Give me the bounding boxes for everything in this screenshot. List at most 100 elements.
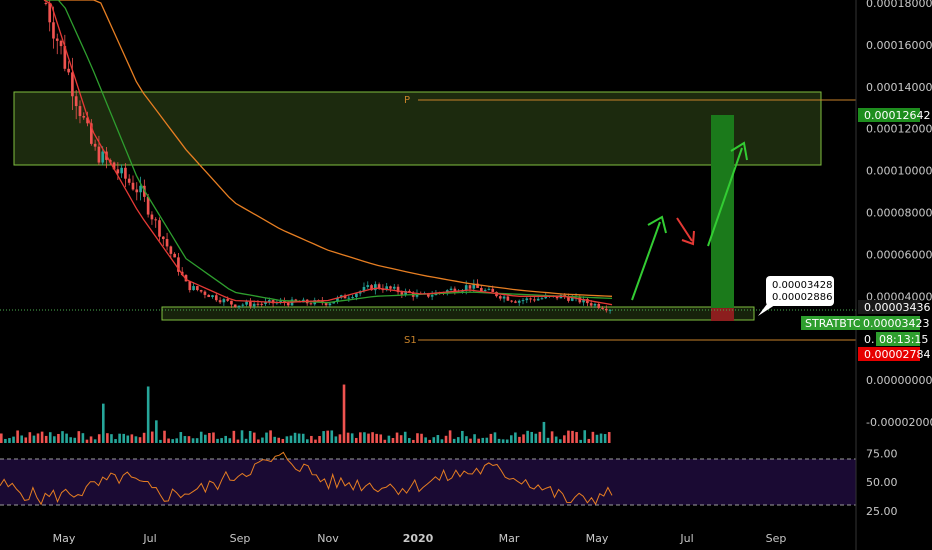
volume-bar — [387, 435, 391, 443]
candle-body — [392, 286, 396, 289]
candle-body — [491, 288, 495, 292]
volume-bar — [399, 435, 403, 443]
volume-bar — [232, 430, 236, 443]
time-tick-label: May — [586, 532, 609, 545]
candle-body — [173, 253, 176, 258]
candle-body — [203, 291, 207, 295]
candle-body — [150, 214, 154, 220]
volume-bar — [469, 438, 472, 443]
price-tag-countdown: 0. 08:13:15 — [864, 332, 928, 346]
volume-bar — [603, 434, 607, 443]
candle-body — [521, 300, 525, 302]
candle-body — [59, 40, 63, 47]
price-tag-last: 0.00003436 — [858, 300, 930, 314]
volume-bar — [191, 438, 195, 443]
volume-bar — [346, 432, 350, 443]
candle-body — [169, 246, 173, 254]
volume-bar — [204, 434, 207, 443]
volume-bar — [73, 437, 77, 443]
volume-bar — [314, 439, 317, 443]
volume-bar — [114, 439, 117, 443]
volume-bar — [546, 437, 550, 443]
candle-body — [74, 96, 78, 107]
candle-body — [196, 286, 199, 291]
svg-text:0.: 0. — [864, 333, 875, 346]
volume-bar — [518, 436, 521, 443]
volume-bar — [281, 438, 285, 443]
time-tick-label: Jul — [142, 532, 156, 545]
price-tag-resistance: 0.00012642 — [858, 108, 930, 122]
price-tick-label: 0.00018000 — [866, 0, 932, 10]
volume-bar — [216, 438, 219, 443]
volume-bar — [326, 430, 329, 443]
volume-bar — [248, 430, 252, 443]
volume-bar — [159, 439, 162, 443]
rsi-band — [0, 459, 856, 505]
volume-bar — [4, 438, 7, 443]
volume-bar — [334, 436, 338, 443]
volume-bar — [354, 437, 358, 443]
candle-body — [71, 72, 74, 97]
volume-bar — [48, 432, 52, 443]
price-tick-label: 0.00006000 — [866, 248, 932, 261]
candle-body — [226, 299, 229, 301]
candle-body — [525, 298, 529, 301]
candle-body — [514, 301, 517, 303]
volume-bar — [481, 437, 485, 443]
volume-bar — [163, 430, 166, 443]
volume-bar — [265, 432, 268, 443]
volume-bar — [408, 438, 411, 443]
volume-bar — [363, 432, 366, 443]
volume-bar — [122, 433, 125, 443]
volume-bar — [456, 437, 460, 443]
svg-text:STRATBTC: STRATBTC — [805, 317, 861, 330]
volume-bar — [501, 439, 505, 443]
volume-bar — [53, 436, 56, 443]
volume-bar — [371, 432, 374, 443]
candle-body — [245, 301, 248, 305]
candle-body — [597, 303, 601, 308]
rsi-axis[interactable]: 75.00 50.00 25.00 — [866, 447, 898, 518]
candle-body — [222, 299, 226, 303]
candle-body — [158, 220, 161, 237]
volume-bar — [461, 430, 464, 443]
volume-bar — [273, 436, 276, 443]
volume-bar — [16, 430, 19, 443]
volume-bar — [195, 438, 199, 443]
volume-bar — [571, 430, 574, 443]
volume-bar — [514, 432, 517, 443]
candle-body — [188, 281, 192, 291]
volume-bar — [118, 433, 121, 443]
pivot-label-p: P — [404, 95, 410, 106]
svg-text:0.00003423: 0.00003423 — [863, 317, 929, 330]
volume-bar — [81, 433, 85, 443]
volume-bar — [412, 439, 415, 443]
resistance-zone — [13, 91, 822, 166]
volume-bar — [452, 438, 456, 443]
price-tick-label: 0.00010000 — [866, 165, 932, 178]
candle-body — [139, 185, 142, 193]
volume-bar — [403, 431, 407, 443]
volume-bar — [595, 434, 599, 443]
volume-bar — [8, 438, 11, 443]
candle-body — [309, 303, 313, 305]
candle-body — [211, 295, 214, 298]
volume-bar — [277, 437, 281, 443]
rsi-tick-label: 50.00 — [866, 476, 898, 489]
price-tag-symbol: STRATBTC 0.00003423 — [801, 316, 929, 330]
volume-bar — [236, 439, 240, 443]
candle-body — [468, 285, 472, 289]
candle-body — [192, 286, 195, 291]
target-bar — [711, 115, 734, 308]
candle-body — [67, 68, 70, 73]
volume-bar — [175, 438, 179, 443]
volume-bar — [224, 435, 227, 443]
volume-bar — [538, 431, 542, 443]
candle-body — [214, 295, 218, 301]
svg-text:0.00012642: 0.00012642 — [864, 109, 930, 122]
volume-bar — [477, 438, 480, 443]
candle-body — [101, 151, 105, 163]
volume-bar — [102, 403, 105, 443]
trading-chart[interactable]: P S1 0.00003428 0.00002886 0.000180000.0… — [0, 0, 932, 550]
volume-bar — [150, 431, 154, 443]
